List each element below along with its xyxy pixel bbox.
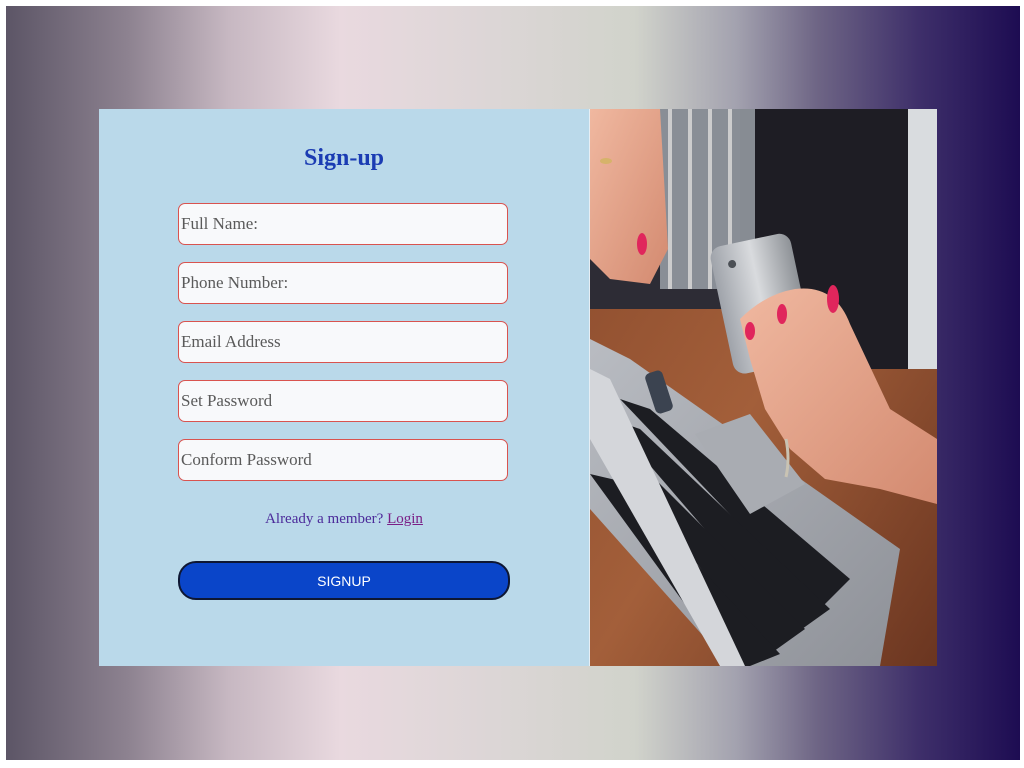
signup-button[interactable]: SIGNUP [178,561,510,600]
confirm-password-field[interactable] [178,439,508,481]
signup-form-panel: Sign-up Already a member? Login SIGNUP [99,109,590,666]
already-member-text: Already a member? [265,511,384,527]
login-link[interactable]: Login [387,511,423,527]
photo-illustration [590,109,937,666]
set-password-field[interactable] [178,380,508,422]
email-field[interactable] [178,321,508,363]
already-member-line: Already a member? Login [99,511,589,528]
page-background: Sign-up Already a member? Login SIGNUP [6,6,1020,760]
laptop-phone-photo [590,109,937,666]
form-title: Sign-up [303,145,385,171]
phone-number-field[interactable] [178,262,508,304]
full-name-field[interactable] [178,203,508,245]
signup-card: Sign-up Already a member? Login SIGNUP [99,109,937,666]
